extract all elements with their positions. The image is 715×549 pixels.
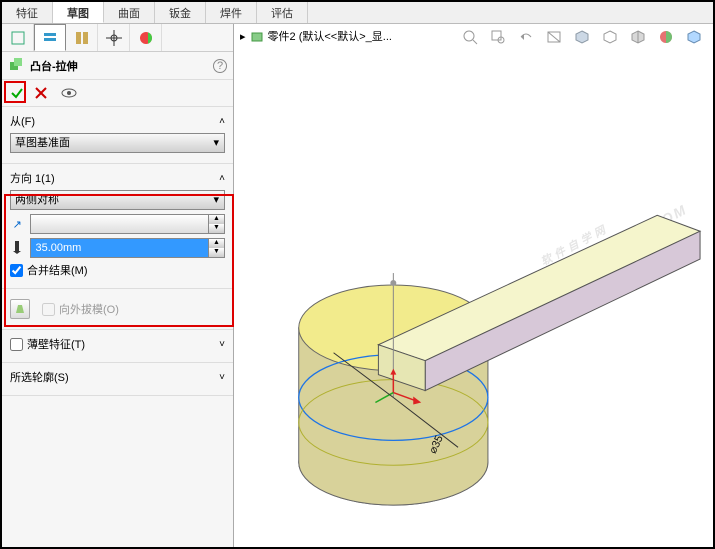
spin-down[interactable]: ▼ (209, 224, 224, 233)
configuration-icon[interactable] (66, 24, 98, 51)
reverse-direction-icon[interactable]: ↗ (10, 218, 24, 231)
tab-feature[interactable]: 特征 (2, 2, 53, 23)
tab-surface[interactable]: 曲面 (104, 2, 155, 23)
property-manager-icon[interactable] (34, 24, 66, 51)
from-select[interactable]: 草图基准面 (10, 133, 225, 153)
graphics-viewport[interactable]: ▸ 零件2 (默认<<默认>_显... 软件自学网 WWW.RJZXW.COM (234, 24, 713, 547)
contours-header[interactable]: 所选轮廓(S) ˅ (10, 369, 225, 385)
thin-feature-checkbox[interactable] (10, 338, 23, 351)
spin-up[interactable]: ▲ (209, 215, 224, 224)
merge-result-label: 合并结果(M) (27, 262, 88, 278)
depth-field[interactable] (30, 238, 209, 258)
chevron-up-icon: ˄ (219, 173, 225, 184)
appearance-icon[interactable] (130, 24, 162, 51)
ribbon-tabbar: 特征 草图 曲面 钣金 焊件 评估 (2, 2, 713, 24)
from-section-header[interactable]: 从(F) ˄ (10, 113, 225, 129)
chevron-down-icon: ˅ (219, 372, 225, 383)
feature-title: 凸台-拉伸 (30, 58, 78, 74)
tab-sketch[interactable]: 草图 (53, 2, 104, 23)
tab-evaluate[interactable]: 评估 (257, 2, 308, 23)
preview-icon[interactable] (60, 84, 78, 102)
end-condition-select[interactable]: 两侧对称 (10, 190, 225, 210)
extrude-icon (8, 56, 24, 75)
help-icon[interactable]: ? (213, 59, 227, 73)
draft-outward-label: 向外拔模(O) (59, 301, 119, 317)
direction1-section-header[interactable]: 方向 1(1) ˄ (10, 170, 225, 186)
dimxpert-icon[interactable] (98, 24, 130, 51)
contours-label: 所选轮廓(S) (10, 369, 69, 385)
thin-feature-header[interactable]: 薄壁特征(T) ˅ (10, 336, 225, 352)
depth-icon (10, 240, 24, 257)
property-panel: 凸台-拉伸 ? 从(F) ˄ 草图基准面 ▾ (2, 24, 234, 547)
from-label: 从(F) (10, 113, 35, 129)
tab-weldment[interactable]: 焊件 (206, 2, 257, 23)
thin-feature-label: 薄壁特征(T) (27, 336, 85, 352)
model-geometry: ⌀35 (234, 24, 713, 547)
spin-up[interactable]: ▲ (209, 239, 224, 248)
cancel-button[interactable] (32, 84, 50, 102)
draft-toggle-button[interactable] (10, 299, 30, 319)
draft-outward-checkbox (42, 303, 55, 316)
tab-sheetmetal[interactable]: 钣金 (155, 2, 206, 23)
direction1-label: 方向 1(1) (10, 170, 55, 186)
direction-vector-field[interactable] (30, 214, 209, 234)
chevron-down-icon: ˅ (219, 339, 225, 350)
panel-icon-strip (2, 24, 233, 52)
feature-tree-icon[interactable] (2, 24, 34, 51)
ok-button[interactable] (8, 84, 26, 102)
merge-result-checkbox[interactable] (10, 264, 23, 277)
spin-down[interactable]: ▼ (209, 248, 224, 257)
chevron-up-icon: ˄ (219, 116, 225, 127)
